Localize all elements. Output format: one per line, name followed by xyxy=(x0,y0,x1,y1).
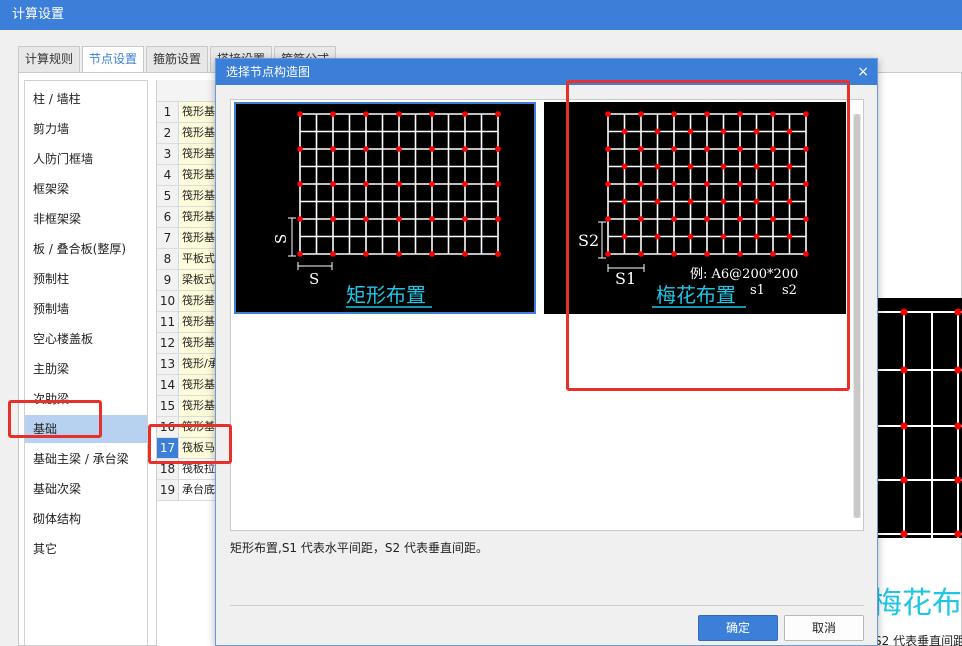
table-row[interactable]: 11 筏形基 xyxy=(157,312,219,333)
grid-node xyxy=(363,146,369,152)
grid-node xyxy=(330,216,336,222)
window-title: 计算设置 xyxy=(0,0,962,30)
grid-node xyxy=(462,146,468,152)
grid-node xyxy=(330,111,336,117)
grid-node xyxy=(495,251,501,257)
grid-node xyxy=(429,216,435,222)
sidebar-item-slab[interactable]: 板 / 叠合板(整厚) xyxy=(25,235,147,263)
table-row[interactable]: 15 筏形基 xyxy=(157,396,219,417)
table-row[interactable]: 1 筏形基 xyxy=(157,102,219,123)
table-header xyxy=(157,80,219,102)
grid-node xyxy=(297,216,303,222)
grid-node xyxy=(297,146,303,152)
table-row[interactable]: 4 筏形基 xyxy=(157,165,219,186)
sidebar-item-precast-column[interactable]: 预制柱 xyxy=(25,265,147,293)
table-row[interactable]: 6 筏形基 xyxy=(157,207,219,228)
rectangular-grid-diagram: S S 矩形布置 xyxy=(272,111,501,308)
table-row[interactable]: 7 筏形基 xyxy=(157,228,219,249)
node-settings-table: 1 筏形基 2 筏形基 3 筏形基 4 筏形基 5 筏形基 6 筏形基 7 筏形基 8 平板式 … xyxy=(156,80,219,646)
sidebar-item-main-rib-beam[interactable]: 主肋梁 xyxy=(25,355,147,383)
sidebar-item-frame-beam[interactable]: 框架梁 xyxy=(25,175,147,203)
table-row[interactable]: 13 筏形/承 xyxy=(157,354,219,375)
grid-node xyxy=(429,111,435,117)
table-row[interactable]: 3 筏形基 xyxy=(157,144,219,165)
grid-node xyxy=(396,111,402,117)
grid-node xyxy=(495,146,501,152)
table-row[interactable]: 2 筏形基 xyxy=(157,123,219,144)
highlight-box-row-17 xyxy=(148,424,232,464)
table-row[interactable]: 9 梁板式 xyxy=(157,270,219,291)
grid-node xyxy=(462,111,468,117)
sidebar-item-precast-wall[interactable]: 预制墙 xyxy=(25,295,147,323)
background-preview-image xyxy=(878,298,962,538)
sidebar-item-column[interactable]: 柱 / 墙柱 xyxy=(25,85,147,113)
dialog-divider xyxy=(230,605,864,606)
sidebar-item-hollow-slab[interactable]: 空心楼盖板 xyxy=(25,325,147,353)
background-preview-description: S2 代表垂直间距。 xyxy=(874,634,962,646)
grid-node xyxy=(363,251,369,257)
grid-node xyxy=(429,251,435,257)
component-type-list: 柱 / 墙柱 剪力墙 人防门框墙 框架梁 非框架梁 板 / 叠合板(整厚) 预制… xyxy=(24,80,148,646)
option-rectangular-layout[interactable]: S S 矩形布置 xyxy=(234,102,536,314)
grid-node xyxy=(396,251,402,257)
grid-node xyxy=(396,181,402,187)
tab-calc-rules[interactable]: 计算规则 xyxy=(18,46,81,72)
tab-node-settings[interactable]: 节点设置 xyxy=(82,46,145,73)
background-preview-caption: 梅花布置 xyxy=(872,586,962,621)
table-row[interactable]: 14 筏形基 xyxy=(157,375,219,396)
grid-node xyxy=(462,251,468,257)
grid-node xyxy=(396,216,402,222)
grid-node xyxy=(330,251,336,257)
table-row[interactable]: 8 平板式 xyxy=(157,249,219,270)
sidebar-item-shear-wall[interactable]: 剪力墙 xyxy=(25,115,147,143)
ok-button[interactable]: 确定 xyxy=(698,615,778,641)
sidebar-item-civil-defense-door-wall[interactable]: 人防门框墙 xyxy=(25,145,147,173)
grid-node xyxy=(297,181,303,187)
spacing-label-horizontal: S xyxy=(309,270,319,288)
close-icon[interactable]: × xyxy=(857,59,869,85)
grid-node xyxy=(297,111,303,117)
grid-node xyxy=(495,216,501,222)
sidebar-item-non-frame-beam[interactable]: 非框架梁 xyxy=(25,205,147,233)
diagram-description: 矩形布置,S1 代表水平间距，S2 代表垂直间距。 xyxy=(230,541,488,555)
grid-node xyxy=(297,251,303,257)
spacing-label-vertical: S xyxy=(272,234,290,244)
grid-node xyxy=(363,111,369,117)
sidebar-item-foundation-secondary-beam[interactable]: 基础次梁 xyxy=(25,475,147,503)
sidebar-item-foundation-main-beam[interactable]: 基础主梁 / 承台梁 xyxy=(25,445,147,473)
table-row[interactable]: 19 承台底 xyxy=(157,480,219,501)
grid-node xyxy=(330,146,336,152)
sidebar-item-masonry[interactable]: 砌体结构 xyxy=(25,505,147,533)
table-row[interactable]: 5 筏形基 xyxy=(157,186,219,207)
highlight-box-foundation xyxy=(8,400,102,438)
grid-node xyxy=(396,146,402,152)
sidebar-item-other[interactable]: 其它 xyxy=(25,535,147,563)
grid-node xyxy=(363,216,369,222)
grid-node xyxy=(429,146,435,152)
rectangular-layout-caption: 矩形布置 xyxy=(346,283,426,307)
grid-node xyxy=(495,181,501,187)
cancel-button[interactable]: 取消 xyxy=(784,615,864,641)
table-row[interactable]: 12 筏形基 xyxy=(157,333,219,354)
table-row[interactable]: 10 筏形基 xyxy=(157,291,219,312)
grid-node xyxy=(363,181,369,187)
grid-node xyxy=(429,181,435,187)
scrollbar-thumb[interactable] xyxy=(854,114,860,518)
grid-node xyxy=(495,111,501,117)
tab-stirrup-settings[interactable]: 箍筋设置 xyxy=(146,46,209,72)
highlight-box-quincunx-option xyxy=(566,80,850,391)
grid-node xyxy=(462,216,468,222)
grid-node xyxy=(330,181,336,187)
grid-node xyxy=(462,181,468,187)
